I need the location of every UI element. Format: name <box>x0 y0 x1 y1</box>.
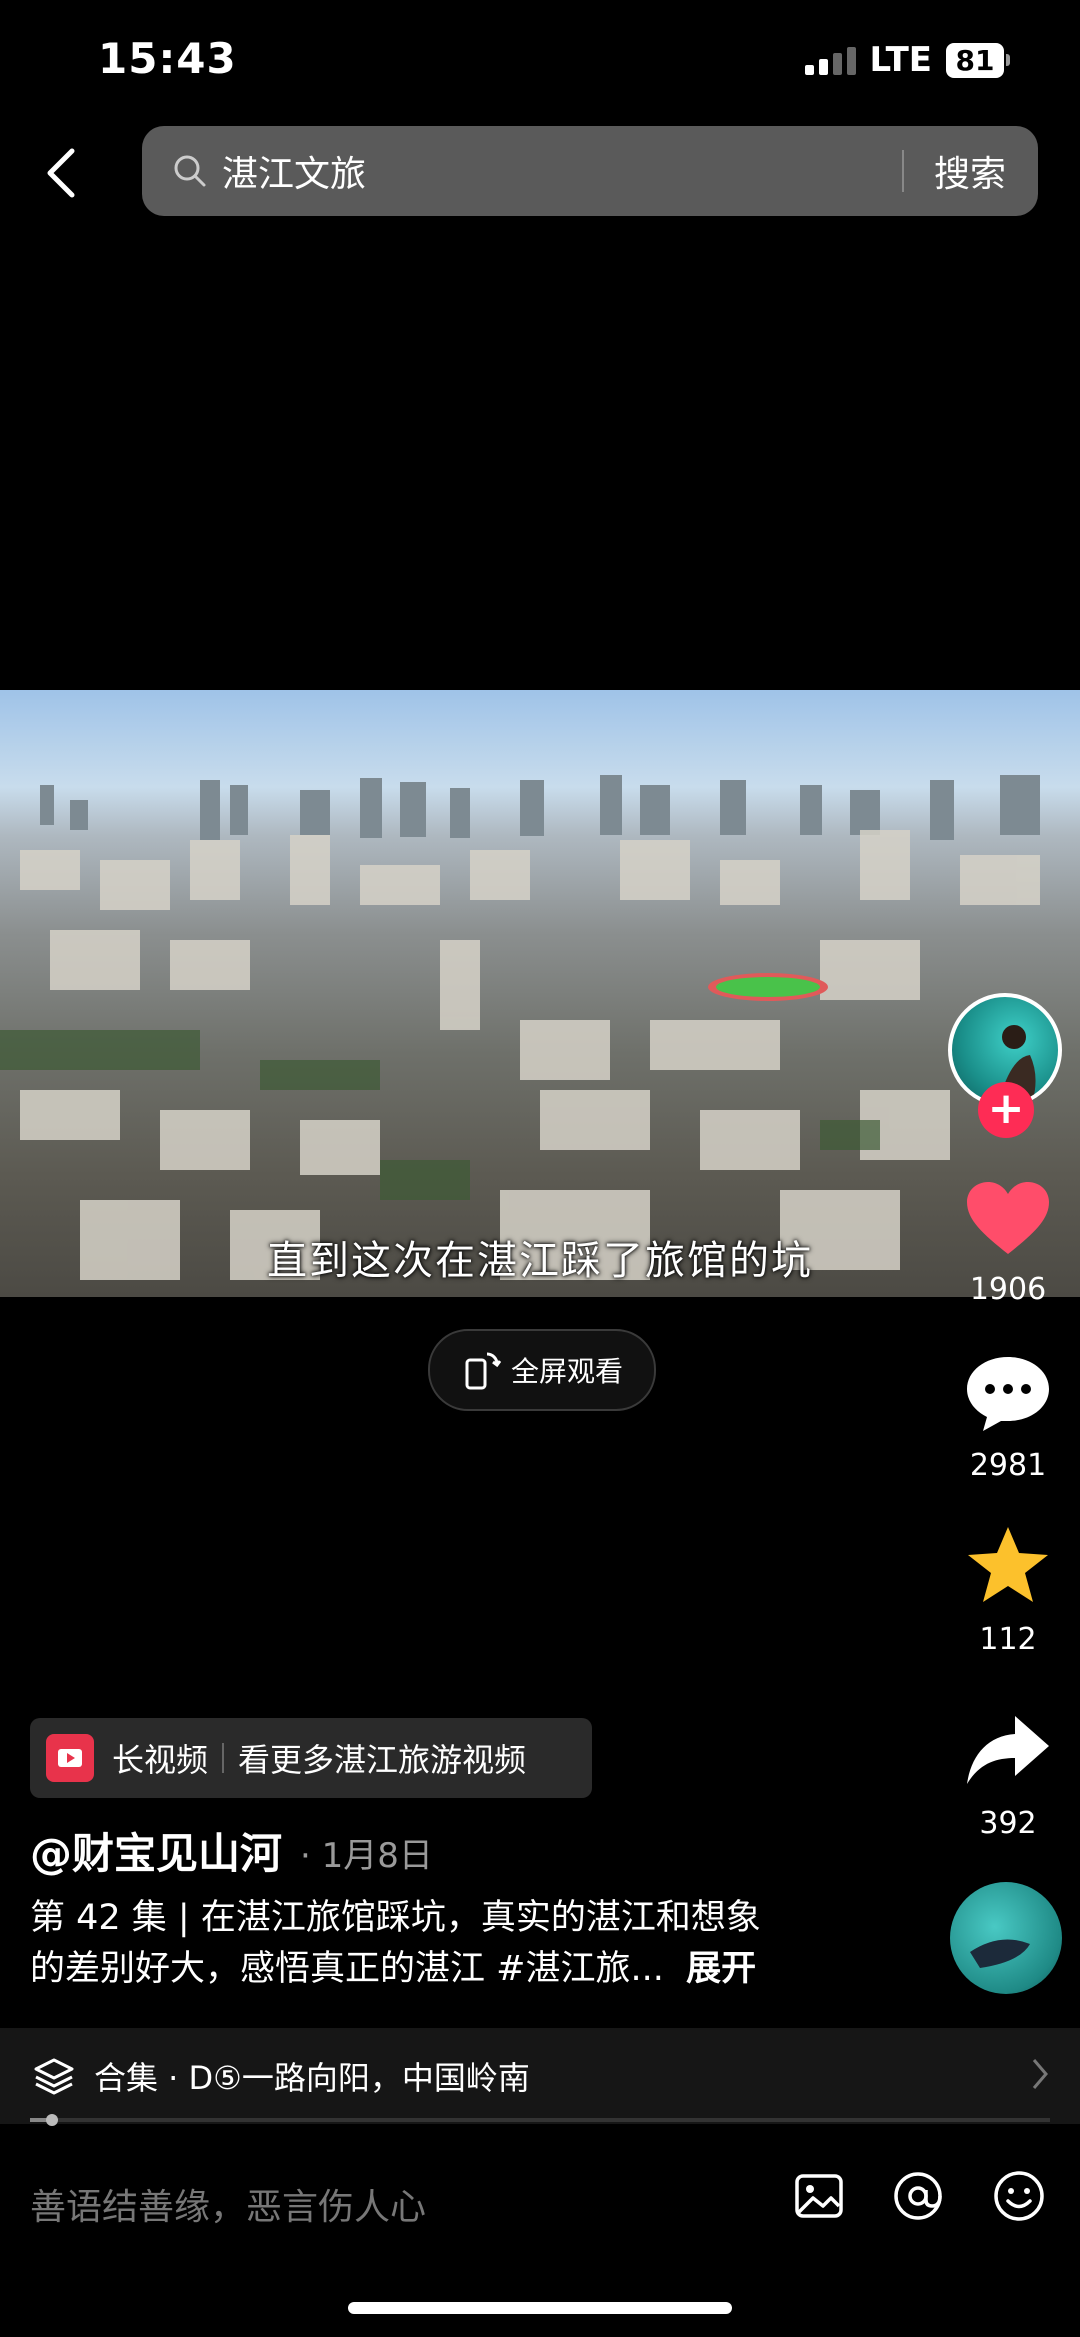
status-indicators: LTE 81 <box>804 40 1010 80</box>
battery-icon: 81 <box>946 42 1010 78</box>
post-description[interactable]: 第 42 集 | 在湛江旅馆踩坑，真实的湛江和想象 的差别好大，感悟真正的湛江 … <box>30 1893 860 1995</box>
description-line-2: 的差别好大，感悟真正的湛江 #湛江旅... <box>30 1949 664 1989</box>
status-time: 15:43 <box>98 34 237 83</box>
progress-handle[interactable] <box>46 2114 58 2126</box>
home-indicator[interactable] <box>348 2302 732 2314</box>
search-button[interactable]: 搜索 <box>904 145 1038 197</box>
description-line-1: 第 42 集 | 在湛江旅馆踩坑，真实的湛江和想象 <box>30 1898 761 1938</box>
post-date: · 1月8日 <box>300 1836 433 1876</box>
at-icon[interactable] <box>890 2168 946 2224</box>
long-video-label: 长视频 <box>112 1741 209 1779</box>
image-icon[interactable] <box>791 2168 847 2224</box>
comment-count: 2981 <box>969 1448 1047 1483</box>
long-video-text: 看更多湛江旅游视频 <box>238 1741 527 1779</box>
share-count: 392 <box>979 1806 1037 1841</box>
rotate-phone-icon <box>465 1352 501 1390</box>
music-avatar[interactable] <box>950 1882 1062 1994</box>
collection-bar[interactable]: 合集 · D⑤一路向阳，中国岭南 <box>0 2028 1080 2124</box>
comment-input[interactable]: 善语结善缘，恶言伤人心 <box>30 2178 426 2230</box>
like-count: 1906 <box>969 1272 1047 1307</box>
heart-icon[interactable] <box>963 1178 1053 1258</box>
city-aerial-image <box>0 775 1040 1280</box>
chevron-right-icon <box>1032 2059 1048 2089</box>
video-subtitle: 直到这次在湛江踩了旅馆的坑 <box>267 1238 813 1284</box>
search-bar[interactable]: 湛江文旅 搜索 <box>142 126 1038 216</box>
network-label: LTE <box>869 40 932 80</box>
fullscreen-button[interactable]: 全屏观看 <box>428 1329 656 1411</box>
fullscreen-label: 全屏观看 <box>510 1355 623 1388</box>
layers-icon <box>34 2058 74 2095</box>
emoji-icon[interactable] <box>991 2168 1047 2224</box>
search-icon <box>174 155 206 187</box>
expand-link[interactable]: 展开 <box>686 1949 756 1989</box>
star-icon[interactable] <box>963 1525 1053 1605</box>
battery-level: 81 <box>946 42 1004 78</box>
video-progress[interactable] <box>30 2114 1050 2126</box>
long-video-banner[interactable]: 长视频 看更多湛江旅游视频 <box>30 1718 592 1798</box>
back-icon[interactable] <box>40 143 84 203</box>
favorite-count: 112 <box>979 1622 1037 1657</box>
play-box-icon <box>46 1734 94 1782</box>
comment-icon[interactable] <box>963 1353 1053 1433</box>
author-name[interactable]: @财宝见山河 <box>30 1820 282 1881</box>
collection-text: 合集 · D⑤一路向阳，中国岭南 <box>94 2059 530 2097</box>
signal-icon <box>804 45 856 75</box>
video-player[interactable] <box>0 690 1080 1297</box>
plus-icon[interactable]: + <box>978 1082 1034 1138</box>
share-icon[interactable] <box>963 1712 1053 1788</box>
search-query[interactable]: 湛江文旅 <box>222 145 902 197</box>
